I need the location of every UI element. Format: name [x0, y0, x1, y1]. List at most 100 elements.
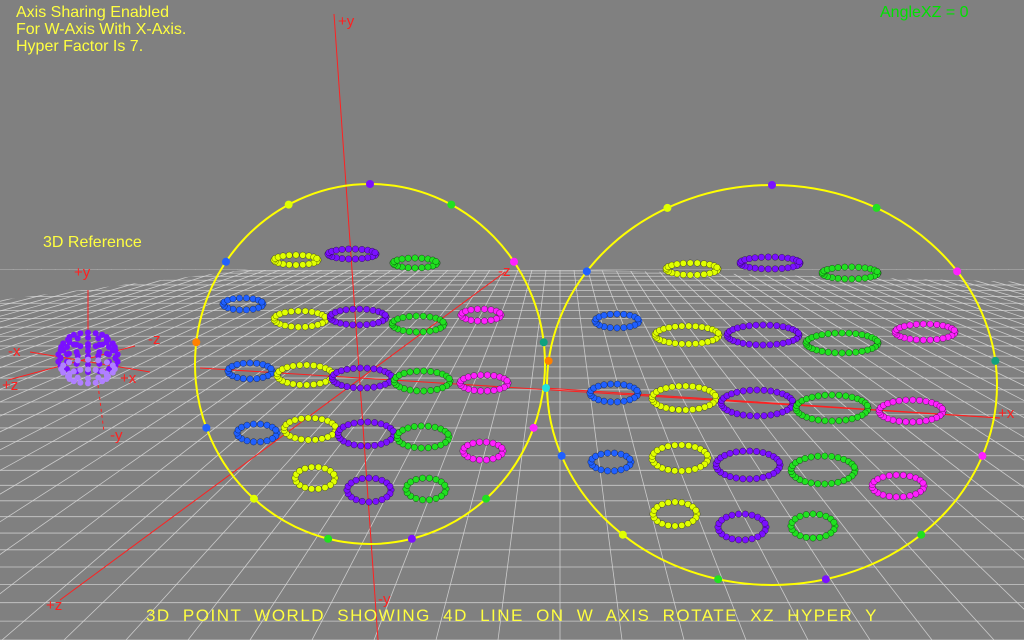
point-bead [746, 447, 754, 455]
point-bead [406, 368, 414, 376]
point-bead [739, 323, 747, 331]
point-bead [671, 323, 679, 330]
point-bead [671, 498, 679, 506]
point-bead [671, 441, 679, 449]
point-bead [864, 346, 871, 354]
point-bead [606, 324, 614, 332]
ref-bead [99, 378, 106, 385]
point-bead [913, 320, 920, 328]
point-bead [685, 442, 693, 449]
point-bead [250, 420, 257, 428]
point-bead [858, 347, 866, 355]
point-bead [848, 415, 856, 423]
point-bead [678, 499, 686, 506]
point-bead [614, 398, 621, 406]
ref-bead [85, 348, 91, 355]
circle-dot [192, 338, 201, 347]
point-bead [689, 406, 696, 413]
point-bead [418, 264, 426, 272]
point-bead [848, 275, 856, 283]
point-bead [600, 381, 608, 389]
point-bead [332, 246, 340, 254]
ref-bead [92, 379, 99, 386]
point-bead [732, 474, 740, 482]
point-bead [607, 398, 614, 406]
point-bead [773, 322, 781, 330]
point-bead [901, 322, 908, 330]
point-bead [739, 447, 747, 455]
circle-dot [284, 200, 293, 209]
point-bead [742, 536, 749, 544]
point-bead [739, 475, 747, 483]
point-bead [349, 305, 357, 313]
point-bead [873, 268, 881, 275]
point-bead [370, 365, 378, 373]
point-bead [620, 381, 628, 389]
point-bead [828, 453, 835, 460]
circle-dot [917, 530, 926, 539]
point-bead [311, 436, 319, 444]
point-bead [778, 265, 786, 272]
point-ring [712, 447, 784, 483]
point-bead [824, 348, 832, 356]
point-bead [433, 386, 441, 393]
ref-bead [96, 341, 103, 348]
point-bead [356, 384, 364, 392]
point-bead [682, 382, 690, 390]
ref-label-plus-x: +x [120, 370, 137, 387]
point-bead [752, 341, 760, 349]
ref-bead [85, 334, 91, 341]
point-bead [841, 263, 849, 271]
point-bead [693, 271, 701, 279]
point-bead [305, 260, 313, 268]
circle-dot [991, 356, 1000, 365]
point-bead [700, 260, 708, 268]
point-bead [301, 307, 309, 315]
point-bead [236, 294, 243, 302]
ref-bead [105, 343, 112, 350]
point-bead [233, 361, 241, 368]
point-bead [855, 275, 863, 283]
point-bead [419, 312, 427, 320]
point-bead [845, 349, 853, 357]
point-bead [822, 532, 830, 540]
point-bead [745, 340, 753, 348]
point-bead [363, 364, 371, 372]
circle-dot [768, 181, 776, 189]
point-bead [928, 416, 936, 423]
point-bead [678, 522, 686, 529]
point-bead [611, 449, 618, 457]
point-bead [424, 422, 432, 430]
point-bead [441, 481, 449, 489]
point-bead [410, 444, 418, 451]
point-bead [760, 412, 768, 420]
point-bead [852, 330, 860, 338]
circle-dot [366, 180, 374, 188]
point-bead [938, 405, 946, 412]
point-bead [431, 443, 439, 451]
point-bead [751, 254, 759, 262]
point-bead [814, 416, 822, 424]
point-bead [692, 506, 700, 514]
point-bead [895, 417, 903, 425]
point-bead [419, 474, 426, 482]
ref-bead [64, 343, 71, 350]
point-bead [713, 264, 721, 271]
point-bead [899, 493, 907, 501]
point-bead [695, 405, 703, 412]
point-bead [746, 386, 754, 394]
ref-label-minus-x: -x [8, 343, 21, 360]
point-bead [412, 312, 420, 320]
point-bead [381, 311, 389, 319]
ref-bead [109, 362, 116, 369]
point-bead [739, 339, 747, 347]
circle-dot [544, 356, 553, 365]
point-bead [279, 252, 287, 260]
point-bead [476, 438, 483, 446]
point-bead [372, 498, 380, 505]
point-bead [766, 341, 774, 349]
point-bead [626, 396, 634, 404]
point-bead [399, 314, 407, 321]
point-bead [885, 472, 893, 479]
point-bead [703, 451, 711, 459]
